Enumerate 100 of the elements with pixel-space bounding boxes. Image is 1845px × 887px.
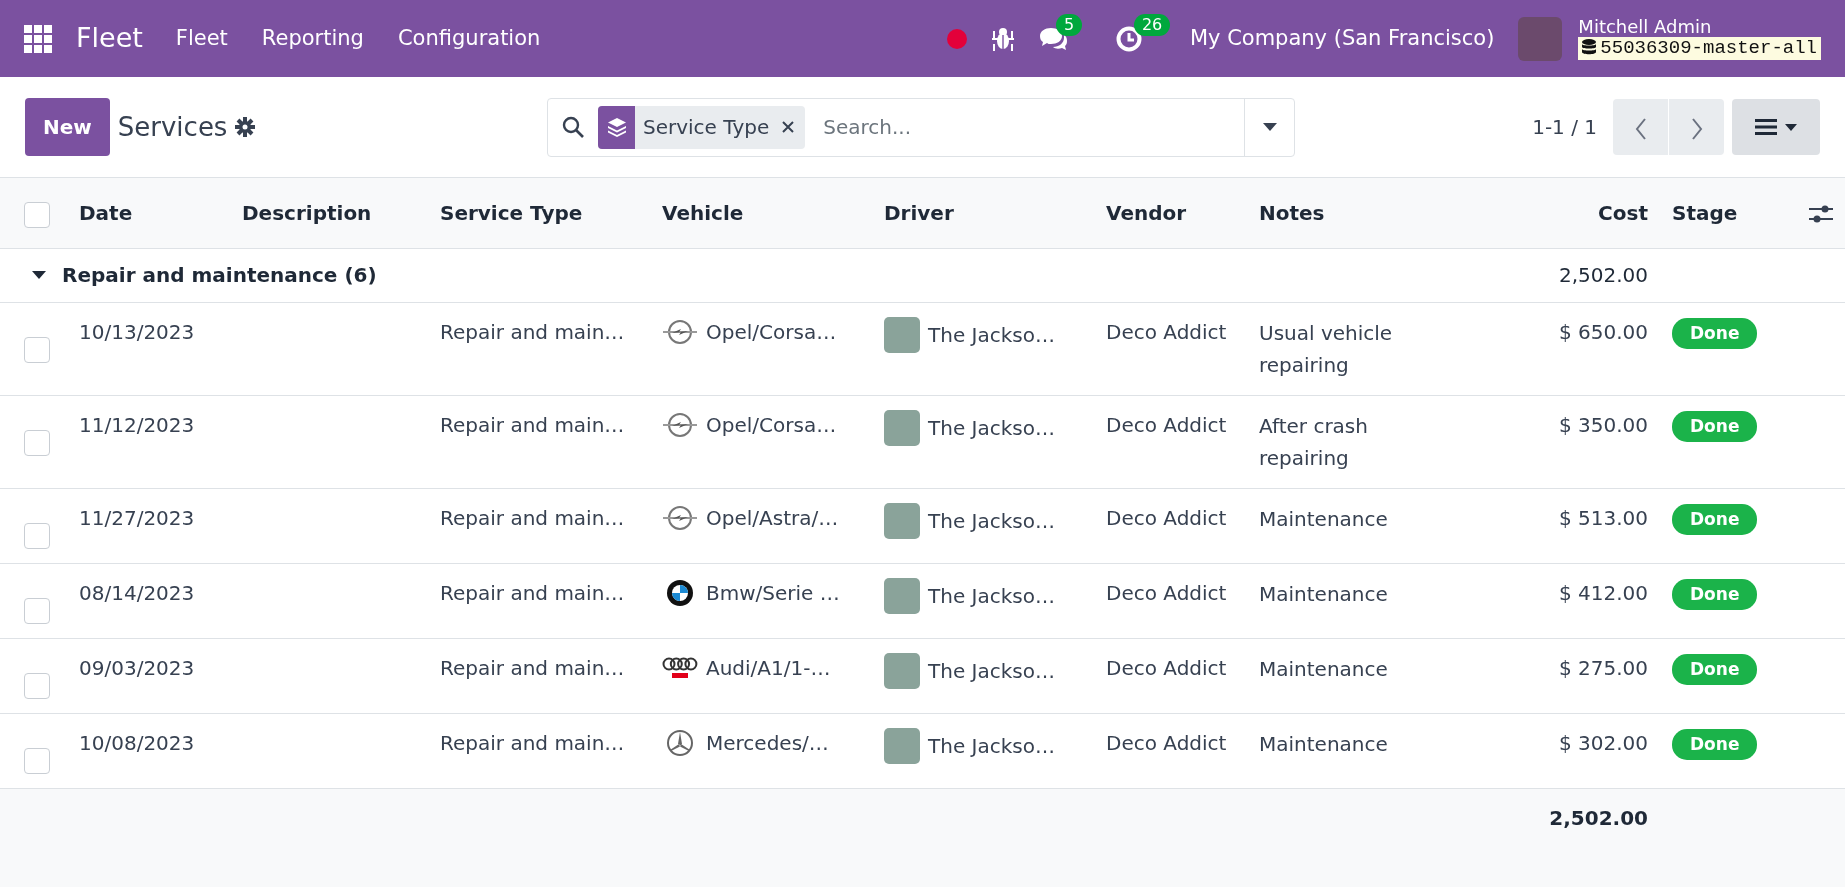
avatar-placeholder [884,652,920,689]
column-header[interactable]: Notes [1259,200,1325,225]
stage-badge: Done [1672,503,1758,535]
column-header[interactable]: Driver [884,200,954,225]
notes-cell-text: Maintenance [1259,730,1388,758]
bug-icon[interactable] [991,26,1014,51]
stage-badge: Done [1672,578,1758,610]
cost-cell-text: $ 513.00 [1558,504,1648,532]
row-checkbox[interactable] [24,336,50,363]
company-name[interactable]: My Company (San Francisco) [1189,22,1495,55]
date-cell-text: 10/13/2023 [79,318,195,346]
status-dot-icon[interactable] [945,27,968,50]
cost-cell-text: $ 302.00 [1558,729,1648,757]
driver-cell-text: The Jackso… [928,582,1055,610]
row-checkbox[interactable] [24,747,50,774]
notes-cell-text: Usual vehicle repairing [1259,319,1394,379]
cost-cell-text: $ 275.00 [1558,654,1648,682]
stage-badge: Done [1672,410,1758,442]
database-name: 55036309-master-all [1600,36,1817,61]
row-checkbox[interactable] [24,429,50,456]
cost-cell-text: $ 412.00 [1558,579,1648,607]
vehicle-cell-text: Opel/Astra/… [706,504,839,532]
layers-icon [606,117,627,137]
column-header[interactable]: Vendor [1106,200,1187,225]
date-cell-text: 09/03/2023 [79,654,195,682]
view-switcher-button[interactable] [1732,99,1820,155]
avatar-placeholder [884,727,920,764]
group-label: Repair and maintenance (6) [62,262,377,289]
group-total: 2,502.00 [1558,262,1648,289]
date-cell-text: 11/12/2023 [79,411,195,439]
cost-cell-text: $ 650.00 [1558,318,1648,346]
user-avatar[interactable] [1518,16,1563,61]
vendor-cell-text: Deco Addict [1106,579,1227,607]
cost-cell-text: $ 350.00 [1558,411,1648,439]
avatar-placeholder [884,316,920,353]
column-header[interactable]: Stage [1672,200,1738,225]
column-header[interactable]: Cost [1598,200,1648,225]
clock-icon[interactable] [1115,25,1142,52]
vendor-cell-text: Deco Addict [1106,411,1227,439]
vehicle-cell-text: Bmw/Serie … [706,579,840,607]
service-type-cell-text: Repair and main… [440,411,625,439]
row-checkbox[interactable] [24,522,50,549]
service-type-cell-text: Repair and main… [440,504,625,532]
facet-label: Service Type [643,114,770,141]
search-field[interactable]: Service Type Search... [547,97,1295,157]
service-type-cell-text: Repair and main… [440,654,625,682]
vendor-cell-text: Deco Addict [1106,504,1227,532]
avatar-placeholder [884,409,920,446]
driver-cell-text: The Jackso… [928,414,1055,442]
filter-facet[interactable]: Service Type [598,105,806,149]
user-name[interactable]: Mitchell Admin [1578,16,1821,37]
date-cell-text: 11/27/2023 [79,504,195,532]
car-logo-icon [662,503,698,532]
driver-cell-text: The Jackso… [928,657,1055,685]
vehicle-cell-text: Mercedes/… [706,729,829,757]
vendor-cell-text: Deco Addict [1106,729,1227,757]
notes-cell-text: Maintenance [1259,505,1388,533]
caret-icon [1262,123,1277,131]
activity-count: 26 [1133,13,1171,37]
column-header[interactable]: Date [79,200,133,225]
date-cell-text: 08/14/2023 [79,579,195,607]
page-title: Services [117,110,228,144]
next-button[interactable] [1669,99,1724,155]
message-count: 5 [1055,13,1083,37]
stage-badge: Done [1672,317,1758,349]
row-checkbox[interactable] [24,672,50,699]
previous-button[interactable] [1613,99,1668,155]
stage-badge: Done [1672,728,1758,760]
column-header[interactable]: Vehicle [662,200,744,225]
app-name[interactable]: Fleet [76,18,143,59]
row-checkbox[interactable] [24,597,50,624]
chevron-right-icon [1690,117,1703,140]
new-button[interactable]: New [25,98,110,156]
remove-icon[interactable] [781,120,796,134]
notes-cell-text: After crash repairing [1259,412,1369,472]
chevron-left-icon [1634,117,1647,140]
pager-value[interactable]: 1-1 / 1 [1532,112,1597,142]
driver-cell-text: The Jackso… [928,321,1055,349]
date-cell-text: 10/08/2023 [79,729,195,757]
stage-badge: Done [1672,653,1758,685]
vendor-cell-text: Deco Addict [1106,654,1227,682]
menu-item[interactable]: Configuration [380,22,558,55]
menu-item[interactable]: Fleet [158,22,245,55]
search-icon[interactable] [562,116,584,138]
service-type-cell-text: Repair and main… [440,318,625,346]
driver-cell-text: The Jackso… [928,507,1055,535]
list-icon [1755,118,1777,136]
service-type-cell-text: Repair and main… [440,729,625,757]
select-all-checkbox[interactable] [24,201,50,228]
group-header[interactable]: Repair and maintenance (6) [32,260,377,290]
caret-icon [1785,123,1797,131]
driver-cell-text: The Jackso… [928,732,1055,760]
avatar-placeholder [884,502,920,539]
notes-cell-text: Maintenance [1259,580,1388,608]
notes-cell-text: Maintenance [1259,655,1388,683]
vehicle-cell-text: Opel/Corsa… [706,318,837,346]
apps-menu-icon[interactable] [24,24,52,53]
service-type-cell-text: Repair and main… [440,579,625,607]
settings-icon[interactable] [235,117,256,137]
menu-item[interactable]: Reporting [244,22,381,55]
